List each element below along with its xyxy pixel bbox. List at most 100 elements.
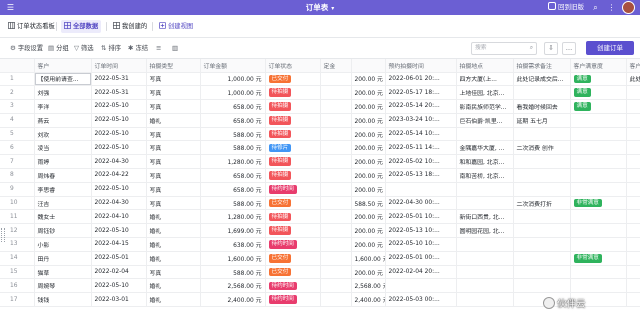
cell-review[interactable] (626, 127, 640, 142)
cell-type[interactable]: 写真 (146, 182, 201, 197)
table-row[interactable]: 1 【使用前请查... 2022-05-31 写真 1,000.00 元已交付 200.0… (0, 72, 640, 87)
table-row[interactable]: 7 雨婷 2022-04-30 写真 1,280.00 元待拍摄 200.00 元 2022… (0, 154, 640, 170)
cell-date[interactable]: 2022-05-01 (91, 251, 147, 266)
cell-sat[interactable]: 满意 (570, 72, 627, 87)
cell-note[interactable] (513, 278, 571, 294)
cell-customer[interactable]: 李思睿 (34, 182, 92, 197)
cell-sat[interactable] (570, 223, 627, 239)
cell-deposit[interactable] (320, 209, 352, 225)
cell-review[interactable] (626, 168, 640, 183)
cell-place[interactable] (456, 251, 514, 266)
cell-balance[interactable]: 200.00 元 (351, 85, 386, 101)
cell-deposit[interactable] (320, 237, 352, 252)
cell-note[interactable] (513, 265, 571, 280)
cell-date[interactable]: 2022-05-10 (91, 99, 147, 114)
cell-status[interactable]: 待约时间 (265, 278, 321, 294)
cell-place[interactable]: 新街口西贯, 北... (456, 209, 514, 225)
cell-customer[interactable]: 钱钱 (34, 292, 92, 308)
cell-place[interactable] (456, 237, 514, 252)
cell-amount[interactable]: 588.00 元 (200, 140, 266, 156)
cell-balance[interactable]: 2,400.00 元 (351, 292, 386, 308)
cell-balance[interactable]: 1,600.00 元 (351, 251, 386, 266)
cell-amount[interactable]: 588.00 元 (200, 127, 266, 142)
cell-amount[interactable]: 638.00 元 (200, 237, 266, 252)
cell-appt[interactable]: 2022-05-10 10:... (385, 237, 457, 252)
cell-amount[interactable]: 1,699.00 元 (200, 223, 266, 239)
cell-place[interactable]: 四方大厦(上... (456, 72, 514, 87)
cell-status[interactable]: 待拍摄 (265, 127, 321, 142)
cell-deposit[interactable] (320, 292, 352, 308)
cell-status[interactable]: 待约时间 (265, 237, 321, 252)
cell-deposit[interactable] (320, 72, 352, 87)
back-to-old-version-button[interactable]: 回到旧版 (548, 2, 584, 13)
filter-button[interactable]: ▽ 筛选 (74, 43, 94, 54)
cell-balance[interactable]: 200.00 元 (351, 223, 386, 239)
cell-sat[interactable] (570, 182, 627, 197)
cell-note[interactable]: 延期 五七月 (513, 113, 571, 128)
cell-balance[interactable]: 200.00 元 (351, 168, 386, 183)
cell-note[interactable] (513, 127, 571, 142)
cell-deposit[interactable] (320, 265, 352, 280)
cell-balance[interactable]: 200.00 元 (351, 140, 386, 156)
cell-status[interactable]: 待拍摄 (265, 99, 321, 114)
cell-balance[interactable]: 200.00 元 (351, 182, 386, 197)
cell-date[interactable]: 2022-05-10 (91, 140, 147, 156)
cell-type[interactable]: 婚礼 (146, 209, 201, 225)
table-row[interactable]: 14田丹2022-05-01婚礼1,600.00 元已交付1,600.00 元2… (0, 251, 640, 266)
cell-customer[interactable]: 汪吉 (34, 196, 92, 211)
cell-date[interactable]: 2022-05-10 (91, 223, 147, 239)
apps-icon[interactable]: ⋮ (606, 2, 617, 13)
table-row[interactable]: 5 刘欢 2022-05-10 写真 588.00 元待拍摄 200.00 元 2022-0… (0, 127, 640, 142)
cell-place[interactable] (456, 265, 514, 280)
table-row[interactable]: 10 汪吉 2022-04-30 写真 588.00 元已交付 588.50 元 2022-… (0, 196, 640, 211)
cell-appt[interactable]: 2023-03-24 10:... (385, 113, 457, 128)
cell-type[interactable]: 写真 (146, 154, 201, 170)
cell-customer[interactable]: 李洋 (34, 99, 92, 114)
resize-handle[interactable] (1, 228, 5, 242)
table-row[interactable]: 8 周炜春 2022-04-22 写真 658.00 元待拍摄 200.00 元 2022-… (0, 168, 640, 183)
cell-amount[interactable]: 658.00 元 (200, 168, 266, 183)
cell-amount[interactable]: 2,568.00 元 (200, 278, 266, 294)
row-height-button[interactable]: ≡ (156, 43, 163, 54)
cell-date[interactable]: 2022-04-15 (91, 237, 147, 252)
cell-type[interactable]: 婚礼 (146, 278, 201, 294)
cell-status[interactable]: 待拍摄 (265, 154, 321, 170)
cell-status[interactable]: 已交付 (265, 196, 321, 211)
cell-amount[interactable]: 1,280.00 元 (200, 154, 266, 170)
cell-date[interactable]: 2022-04-30 (91, 196, 147, 211)
cell-amount[interactable]: 588.00 元 (200, 196, 266, 211)
avatar[interactable] (622, 1, 635, 14)
tab-kanban[interactable]: 订单状态看板 (5, 20, 58, 33)
cell-date[interactable]: 2022-04-10 (91, 209, 147, 225)
cell-customer[interactable]: 燕云 (34, 113, 92, 128)
group-button[interactable]: ▤ 分组 (48, 43, 69, 54)
column-header[interactable] (351, 59, 386, 73)
cell-appt[interactable]: 2022-05-17 18:... (385, 85, 457, 101)
cell-appt[interactable]: 2022-05-01 00:... (385, 251, 457, 266)
cell-balance[interactable]: 2,568.00 元 (351, 278, 386, 294)
cell-status[interactable]: 待约时间 (265, 182, 321, 197)
search-icon[interactable]: ⌕ (590, 2, 601, 13)
cell-date[interactable]: 2022-02-04 (91, 265, 147, 280)
cell-place[interactable]: 圆明园花园, 北... (456, 223, 514, 239)
cell-type[interactable]: 婚礼 (146, 251, 201, 266)
cell-customer[interactable]: 魏女士 (34, 209, 92, 225)
cell-amount[interactable]: 1,280.00 元 (200, 209, 266, 225)
cell-appt[interactable]: 2022-05-02 10:... (385, 154, 457, 170)
cell-sat[interactable]: 非常满意 (570, 196, 627, 211)
cell-sat[interactable] (570, 237, 627, 252)
cell-balance[interactable]: 588.50 元 (351, 196, 386, 211)
cell-review[interactable] (626, 209, 640, 225)
cell-customer[interactable]: 雨婷 (34, 154, 92, 170)
field-settings-button[interactable]: ⚙ 字段设置 (10, 43, 43, 54)
cell-amount[interactable]: 1,000.00 元 (200, 72, 266, 87)
cell-date[interactable]: 2022-04-22 (91, 168, 147, 183)
cell-sat[interactable] (570, 113, 627, 128)
cell-deposit[interactable] (320, 196, 352, 211)
cell-type[interactable]: 婚礼 (146, 113, 201, 128)
cell-type[interactable]: 写真 (146, 140, 201, 156)
cell-appt[interactable]: 2022-02-04 20:... (385, 265, 457, 280)
column-header[interactable]: 拍摄地点 (456, 59, 514, 73)
cell-sat[interactable] (570, 168, 627, 183)
cell-balance[interactable]: 200.00 元 (351, 265, 386, 280)
